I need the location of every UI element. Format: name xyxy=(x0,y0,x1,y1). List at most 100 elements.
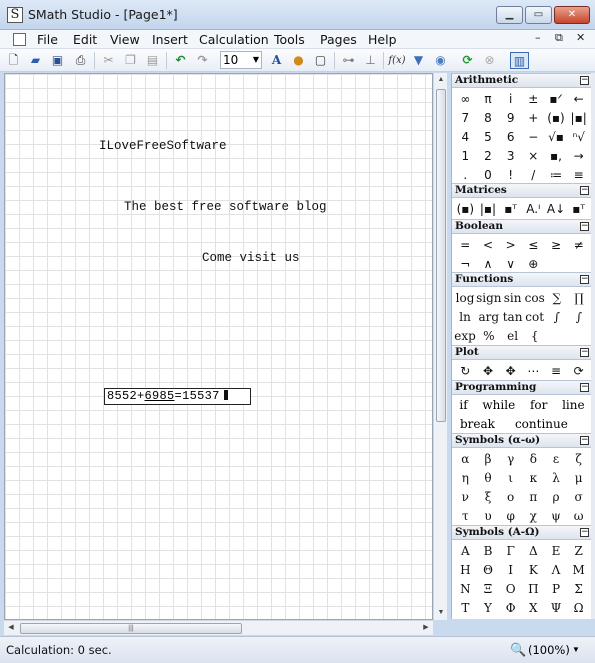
section-header[interactable]: Functions − xyxy=(452,272,591,287)
filter-icon[interactable]: ▼ xyxy=(410,52,427,69)
collapse-icon[interactable]: − xyxy=(580,436,589,445)
fill-color-icon[interactable]: ● xyxy=(290,52,307,69)
function-button[interactable]: ∫ xyxy=(546,308,568,327)
arithmetic-symbol-button[interactable]: ⁿ√ xyxy=(567,128,590,147)
arithmetic-symbol-button[interactable]: ▪ᐟ xyxy=(545,90,568,109)
horizontal-scroll-thumb[interactable]: ||| xyxy=(20,623,242,634)
arithmetic-symbol-button[interactable]: 7 xyxy=(454,109,477,128)
section-header[interactable]: Arithmetic − xyxy=(452,73,591,88)
menu-file[interactable]: File xyxy=(37,32,58,47)
greek-symbol-button[interactable]: Μ xyxy=(567,561,590,580)
stop-icon[interactable]: ⊗ xyxy=(481,52,498,69)
greek-symbol-button[interactable]: Ε xyxy=(545,542,568,561)
greek-symbol-button[interactable]: ι xyxy=(499,469,522,488)
cut-icon[interactable]: ✂ xyxy=(100,52,117,69)
arithmetic-symbol-button[interactable]: 9 xyxy=(499,109,522,128)
greek-symbol-button[interactable]: Λ xyxy=(545,561,568,580)
arithmetic-symbol-button[interactable]: ∞ xyxy=(454,90,477,109)
greek-symbol-button[interactable]: Χ xyxy=(522,599,545,618)
sidebar-toggle-icon[interactable]: ▥ xyxy=(510,52,529,69)
arithmetic-symbol-button[interactable]: (▪) xyxy=(545,109,568,128)
greek-symbol-button[interactable]: Ξ xyxy=(477,580,500,599)
greek-symbol-button[interactable]: μ xyxy=(567,469,590,488)
greek-symbol-button[interactable]: θ xyxy=(477,469,500,488)
greek-symbol-button[interactable]: σ xyxy=(567,488,590,507)
worksheet[interactable]: ILoveFreeSoftware The best free software… xyxy=(4,73,433,620)
greek-symbol-button[interactable]: α xyxy=(454,450,477,469)
text-region[interactable]: Come visit us xyxy=(202,251,300,265)
copy-icon[interactable]: ❐ xyxy=(122,52,139,69)
function-button[interactable]: exp xyxy=(454,327,476,346)
greek-symbol-button[interactable]: Γ xyxy=(499,542,522,561)
greek-symbol-button[interactable]: Ο xyxy=(499,580,522,599)
function-button[interactable]: cot xyxy=(524,308,546,327)
greek-symbol-button[interactable]: ε xyxy=(545,450,568,469)
arithmetic-symbol-button[interactable]: + xyxy=(522,109,545,128)
line-button[interactable]: line xyxy=(562,398,585,412)
matrix-symbol-button[interactable]: (▪) xyxy=(454,200,477,219)
section-header[interactable]: Programming − xyxy=(452,380,591,395)
greek-symbol-button[interactable]: ζ xyxy=(567,450,590,469)
greek-symbol-button[interactable]: κ xyxy=(522,469,545,488)
function-button[interactable]: arg xyxy=(476,308,501,327)
boolean-symbol-button[interactable]: = xyxy=(454,236,477,255)
arithmetic-symbol-button[interactable]: 6 xyxy=(499,128,522,147)
greek-symbol-button[interactable]: ξ xyxy=(477,488,500,507)
menu-calculation[interactable]: Calculation xyxy=(199,32,269,47)
arithmetic-symbol-button[interactable]: 2 xyxy=(477,147,500,166)
scroll-right-icon[interactable]: ▶ xyxy=(419,621,433,635)
for-button[interactable]: for xyxy=(530,398,547,412)
align-horizontal-icon[interactable]: ⊶ xyxy=(340,52,357,69)
menu-insert[interactable]: Insert xyxy=(152,32,188,47)
vertical-scrollbar[interactable]: ▲ ▼ xyxy=(433,73,447,620)
greek-symbol-button[interactable]: Β xyxy=(477,542,500,561)
function-button[interactable]: % xyxy=(476,327,501,346)
boolean-symbol-button[interactable]: ≥ xyxy=(545,236,568,255)
greek-symbol-button[interactable]: Θ xyxy=(477,561,500,580)
section-header[interactable]: Plot − xyxy=(452,345,591,360)
menu-pages[interactable]: Pages xyxy=(320,32,357,47)
arithmetic-symbol-button[interactable]: − xyxy=(522,128,545,147)
section-header[interactable]: Symbols (A-Ω) − xyxy=(452,525,591,540)
boolean-symbol-button[interactable]: > xyxy=(499,236,522,255)
mdi-minimize-button[interactable]: – xyxy=(535,31,541,44)
arithmetic-symbol-button[interactable]: ← xyxy=(567,90,590,109)
matrix-symbol-button[interactable]: ▪ᵀ xyxy=(567,200,590,219)
greek-symbol-button[interactable]: ψ xyxy=(545,507,568,526)
greek-symbol-button[interactable]: Δ xyxy=(522,542,545,561)
greek-symbol-button[interactable]: Η xyxy=(454,561,477,580)
insert-function-icon[interactable]: f(x) xyxy=(387,52,407,69)
greek-symbol-button[interactable]: Α xyxy=(454,542,477,561)
greek-symbol-button[interactable]: Ω xyxy=(567,599,590,618)
function-button[interactable]: ∏ xyxy=(568,289,590,308)
zoom-level[interactable]: (100%) xyxy=(528,643,570,657)
greek-symbol-button[interactable]: δ xyxy=(522,450,545,469)
greek-symbol-button[interactable]: Σ xyxy=(567,580,590,599)
greek-symbol-button[interactable]: Ρ xyxy=(545,580,568,599)
maximize-button[interactable]: ▭ xyxy=(525,6,552,24)
collapse-icon[interactable]: − xyxy=(580,383,589,392)
arithmetic-symbol-button[interactable]: 5 xyxy=(477,128,500,147)
plot-tool-button[interactable]: ✥ xyxy=(477,362,500,381)
greek-symbol-button[interactable]: ρ xyxy=(545,488,568,507)
align-vertical-icon[interactable]: ⊥ xyxy=(362,52,379,69)
app-icon[interactable]: S xyxy=(7,7,23,23)
arithmetic-symbol-button[interactable]: 4 xyxy=(454,128,477,147)
while-button[interactable]: while xyxy=(482,398,515,412)
collapse-icon[interactable]: − xyxy=(580,186,589,195)
plot-tool-button[interactable]: ≡ xyxy=(545,362,568,381)
undo-icon[interactable]: ↶ xyxy=(172,52,189,69)
function-button[interactable]: ∫ xyxy=(568,308,590,327)
greek-symbol-button[interactable]: Υ xyxy=(477,599,500,618)
function-button[interactable]: el xyxy=(502,327,524,346)
mdi-close-button[interactable]: ✕ xyxy=(576,31,585,44)
section-header[interactable]: Matrices − xyxy=(452,183,591,198)
collapse-icon[interactable]: − xyxy=(580,528,589,537)
font-size-select[interactable]: 10 ▼ xyxy=(220,51,262,69)
scroll-up-icon[interactable]: ▲ xyxy=(434,73,448,87)
function-button[interactable]: { xyxy=(524,327,546,346)
greek-symbol-button[interactable]: Κ xyxy=(522,561,545,580)
function-button[interactable]: sin xyxy=(502,289,524,308)
collapse-icon[interactable]: − xyxy=(580,76,589,85)
collapse-icon[interactable]: − xyxy=(580,275,589,284)
